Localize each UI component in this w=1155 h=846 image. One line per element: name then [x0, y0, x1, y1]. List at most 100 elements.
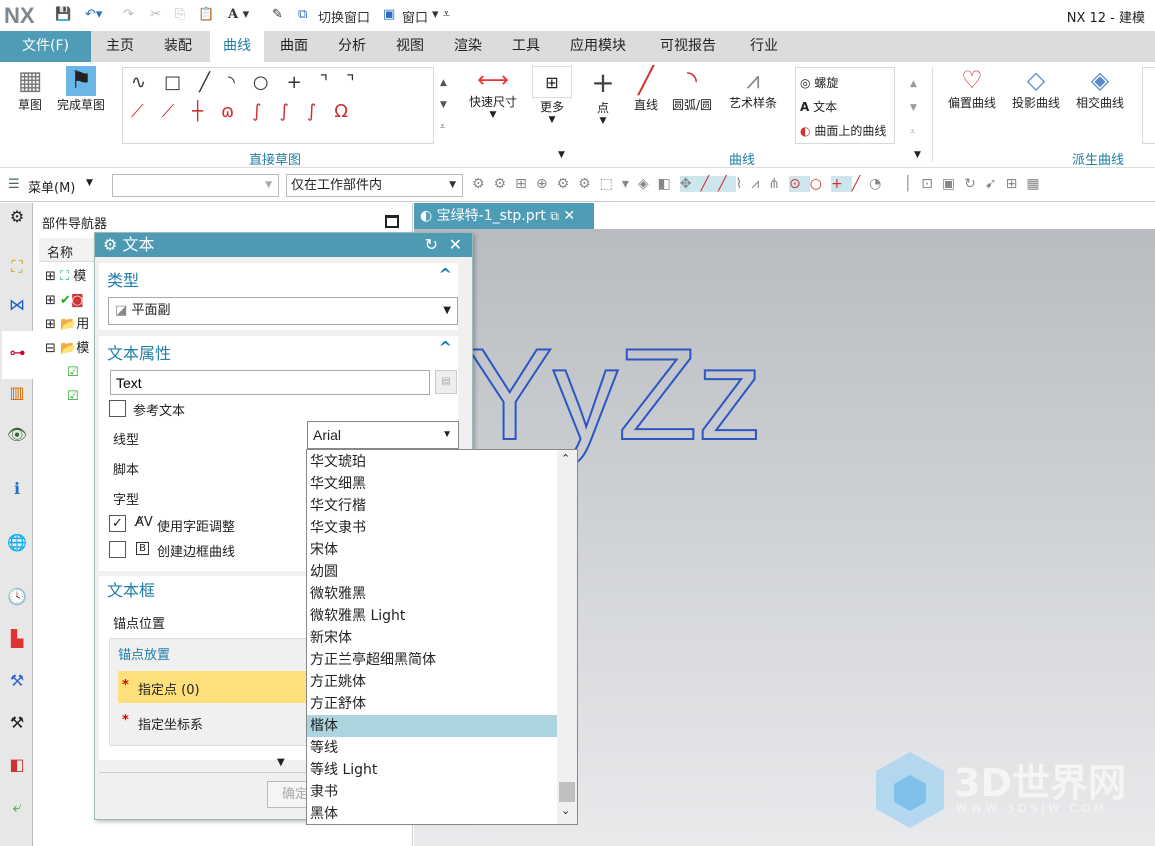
role-icon[interactable]: ◧ — [6, 755, 28, 777]
type-filter-combo[interactable]: ▼ — [112, 174, 279, 197]
assembly-navigator-icon[interactable]: ⛶ — [6, 257, 28, 279]
reference-text-checkbox[interactable] — [109, 400, 126, 417]
file-menu[interactable]: 文件(F) — [0, 31, 91, 62]
tab-tools[interactable]: 工具 — [504, 31, 548, 62]
tab-application[interactable]: 应用模块 — [562, 31, 634, 62]
scroll-down-icon[interactable]: ⌄ — [561, 804, 570, 817]
tree-row[interactable]: ☑ — [45, 385, 89, 409]
font-option[interactable]: 华文琥珀 — [307, 451, 557, 473]
font-option[interactable]: 方正兰亭超细黑简体 — [307, 649, 557, 671]
derived-gallery[interactable] — [1142, 67, 1155, 144]
kerning-checkbox[interactable]: ✓ — [109, 515, 126, 532]
tab-float-icon[interactable]: ⧉ — [550, 209, 559, 223]
part-file-tab[interactable]: ◐ 宝绿特-1_stp.prt ⧉ ✕ — [414, 203, 594, 229]
settings-icon[interactable]: ⚙ — [6, 207, 28, 229]
tree-row[interactable]: ⊞ ✔◙ — [45, 289, 89, 313]
point-button[interactable]: + 点 ▼ — [588, 66, 618, 126]
arc-circle-button[interactable]: ◝ 圆弧/圆 — [666, 66, 718, 113]
text-list-icon[interactable]: ▤ — [435, 370, 457, 394]
selection-filter-icons[interactable]: ⚙⚙⊞⊕⚙⚙⬚▾◈◧✥╱╱⌇⩘⋔⊙○+╱◔ │⊡▣↻➹⊞▦ — [472, 176, 1049, 192]
finish-sketch-button[interactable]: ⚑ 完成草图 — [52, 66, 110, 113]
quick-dimension-button[interactable]: ⟷ 快速尺寸 ▼ — [462, 68, 524, 120]
copy-icon[interactable]: ⎘ — [175, 7, 185, 22]
tab-industry[interactable]: 行业 — [742, 31, 786, 62]
dialog-gear-icon[interactable]: ⚙ — [95, 235, 117, 254]
intersect-curve-button[interactable]: ◈ 相交曲线 — [1070, 66, 1130, 111]
sketch-tools-row1[interactable]: ∿□╱◝○+⌝⌝ — [123, 68, 433, 97]
font-option[interactable]: 幼圆 — [307, 561, 557, 583]
tab-assembly[interactable]: 装配 — [156, 31, 200, 62]
more-options-icon[interactable]: ▼ — [277, 757, 285, 768]
tools-icon[interactable]: ⚒ — [6, 713, 28, 735]
tree-row[interactable]: ⊞ ⛶ 模 — [45, 265, 89, 289]
view-manager-icon[interactable]: 👁 — [6, 425, 28, 447]
font-option[interactable]: 宋体 — [307, 539, 557, 561]
paste-icon[interactable]: 📋 — [198, 7, 214, 22]
tab-curve[interactable]: 曲线 — [210, 31, 264, 62]
more-button[interactable]: ⊞ 更多 ▼ — [532, 66, 572, 125]
tree-row[interactable]: ⊞ 📂用 — [45, 313, 89, 337]
reset-icon[interactable]: ↻ — [425, 233, 438, 257]
part-navigator-tab[interactable]: ⊶ — [2, 331, 33, 379]
web-browser-icon[interactable]: 🌐 — [6, 533, 28, 555]
text-button[interactable]: A 文本 — [800, 95, 890, 119]
redo-icon[interactable]: ↷ — [123, 7, 134, 22]
window-button[interactable]: 窗口 — [402, 7, 428, 26]
palette-icon[interactable]: ▙ — [6, 629, 28, 651]
dropdown-scrollbar[interactable]: ⌃ ⌄ — [557, 450, 577, 824]
tab-surface[interactable]: 曲面 — [272, 31, 316, 62]
text-input[interactable] — [110, 370, 430, 395]
switch-window-button[interactable]: 切换窗口 — [318, 7, 370, 26]
reuse-library-icon[interactable]: ▥ — [6, 383, 28, 405]
font-option[interactable]: 隶书 — [307, 781, 557, 803]
font-option[interactable]: 楷体 — [307, 715, 557, 737]
group-curve-expand-icon[interactable]: ▼ — [914, 150, 921, 160]
tab-home[interactable]: 主页 — [98, 31, 142, 62]
font-option[interactable]: 微软雅黑 Light — [307, 605, 557, 627]
tree-row[interactable]: ⊟ 📂模 — [45, 337, 89, 361]
offset-curve-button[interactable]: ♡ 偏置曲线 — [942, 66, 1002, 111]
type-select[interactable]: ◪ 平面副 ▼ — [108, 297, 458, 325]
font-option[interactable]: 华文行楷 — [307, 495, 557, 517]
tab-close-icon[interactable]: ✕ — [563, 208, 575, 224]
menu-dropdown-icon[interactable]: ▼ — [86, 178, 93, 188]
font-icon[interactable]: A ▾ — [228, 7, 249, 22]
scroll-up-icon[interactable]: ⌃ — [561, 452, 570, 465]
font-option[interactable]: 微软雅黑 — [307, 583, 557, 605]
font-option[interactable]: 黑体 — [307, 803, 557, 824]
studio-spline-button[interactable]: ⩘ 艺术样条 — [722, 66, 784, 111]
tab-render[interactable]: 渲染 — [446, 31, 490, 62]
close-icon[interactable]: ✕ — [449, 233, 462, 257]
project-curve-button[interactable]: ◇ 投影曲线 — [1006, 66, 1066, 111]
collapse-icon[interactable]: ^ — [439, 265, 452, 284]
tab-analysis[interactable]: 分析 — [330, 31, 374, 62]
save-icon[interactable]: 💾 — [55, 7, 71, 22]
font-option[interactable]: 新宋体 — [307, 627, 557, 649]
font-option[interactable]: 等线 Light — [307, 759, 557, 781]
line-button[interactable]: ╱ 直线 — [628, 66, 664, 113]
scope-combo[interactable]: 仅在工作部件内 ▼ — [286, 174, 463, 197]
font-option[interactable]: 方正姚体 — [307, 671, 557, 693]
cut-icon[interactable]: ✂ — [150, 7, 161, 22]
constraint-navigator-icon[interactable]: ⋈ — [6, 295, 28, 317]
helix-button[interactable]: ◎ 螺旋 — [800, 71, 890, 95]
scroll-thumb[interactable] — [559, 782, 575, 802]
sketch-tools-row2[interactable]: ⟋⟋┼ɷ∫∫∫Ω — [123, 97, 433, 126]
tab-visual-report[interactable]: 可视报告 — [652, 31, 724, 62]
history-icon[interactable]: 🕓 — [6, 587, 28, 609]
font-option[interactable]: 方正舒体 — [307, 693, 557, 715]
font-option[interactable]: 华文细黑 — [307, 473, 557, 495]
process-studio-icon[interactable]: ⚒ — [6, 671, 28, 693]
group-expand-icon[interactable]: ▼ — [558, 150, 565, 160]
font-option[interactable]: 等线 — [307, 737, 557, 759]
undo-icon[interactable]: ↶▾ — [85, 7, 102, 22]
tree-row[interactable]: ☑ — [45, 361, 89, 385]
curve-gallery-scroll-icon[interactable]: ▲ ▼ ⩡ — [910, 72, 917, 144]
font-select[interactable]: Arial ▼ — [307, 421, 459, 449]
collapse-icon[interactable]: ^ — [439, 338, 452, 357]
gallery-scroll-icon[interactable]: ▲ ▼ ⩡ — [440, 72, 447, 138]
tab-view[interactable]: 视图 — [388, 31, 432, 62]
menu-button[interactable]: 菜单(M) — [28, 177, 75, 196]
frame-curve-checkbox[interactable] — [109, 541, 126, 558]
font-option[interactable]: 华文隶书 — [307, 517, 557, 539]
